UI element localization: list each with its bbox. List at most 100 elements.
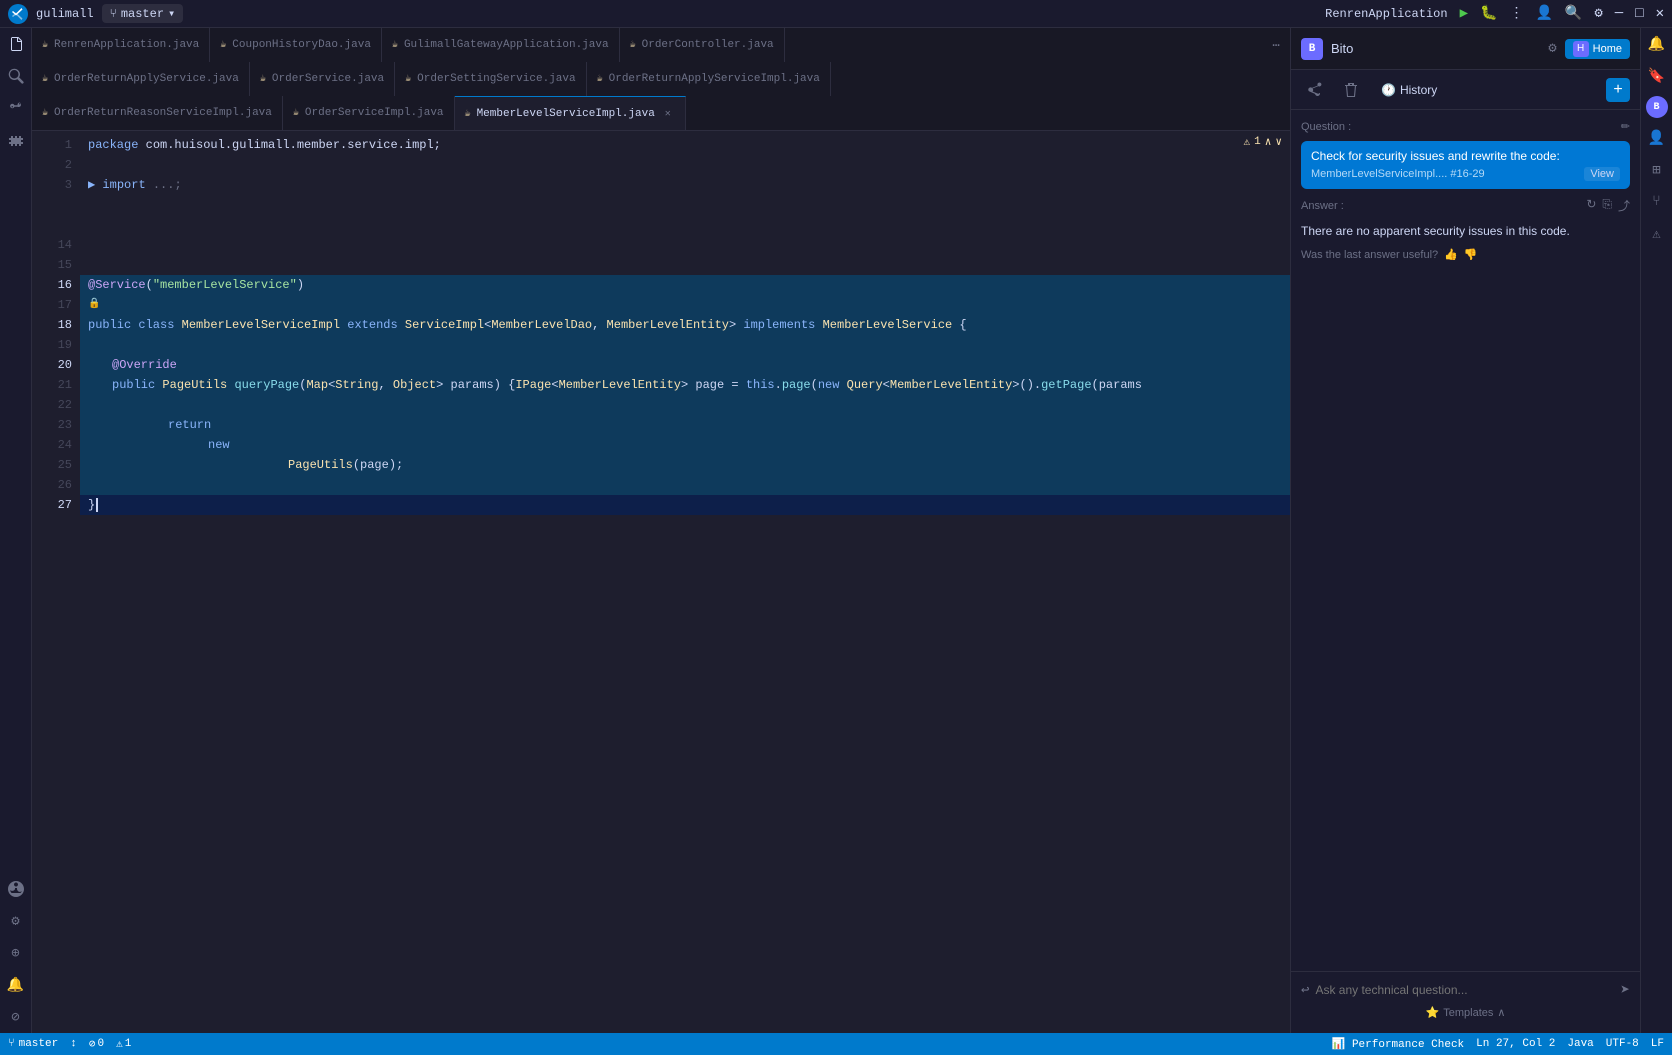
tab-order-controller[interactable]: ☕ OrderController.java [620, 28, 785, 62]
plus-icon: + [1613, 81, 1623, 99]
run-icon[interactable]: ▶ [1460, 5, 1468, 22]
bookmarks-icon[interactable]: 🔖 [1645, 64, 1669, 88]
java-file-icon: ☕ [630, 39, 636, 51]
terminal-right-icon[interactable]: ⊞ [1645, 158, 1669, 182]
language-indicator[interactable]: Java [1567, 1038, 1593, 1050]
encoding-indicator[interactable]: UTF-8 [1606, 1038, 1639, 1050]
thumbs-down-icon[interactable]: 👎 [1464, 248, 1478, 261]
branch-selector[interactable]: ⑂ master ▾ [102, 4, 184, 23]
star-icon: ⭐ [1426, 1006, 1440, 1019]
tab-coupon-history-dao[interactable]: ☕ CouponHistoryDao.java [210, 28, 382, 62]
bito-header-right: ⚙ H Home [1548, 39, 1630, 59]
bito-title: Bito [1331, 41, 1353, 56]
home-button[interactable]: H Home [1565, 39, 1630, 59]
search-icon[interactable] [4, 64, 28, 88]
java-file-icon: ☕ [405, 73, 411, 85]
bito-content: Question : ✏ Check for security issues a… [1291, 110, 1640, 971]
tab-order-return-apply-service[interactable]: ☕ OrderReturnApplyService.java [32, 62, 250, 96]
tab-label: RenrenApplication.java [54, 39, 199, 51]
code-line-26 [80, 475, 1290, 495]
tab-close-button[interactable]: ✕ [661, 107, 675, 121]
code-line-1: package com.huisoul.gulimall.member.serv… [80, 135, 1290, 155]
tab-member-level-service-impl[interactable]: ☕ MemberLevelServiceImpl.java ✕ [455, 96, 686, 130]
branch-icon: ⑂ [110, 7, 117, 21]
git-icon[interactable]: ⑂ [1645, 190, 1669, 214]
close-icon[interactable]: ✕ [1656, 5, 1664, 22]
accounts-icon[interactable] [4, 877, 28, 901]
tab-overflow-menu[interactable]: ⋯ [1262, 28, 1290, 62]
tab-order-return-reason-service-impl[interactable]: ☕ OrderReturnReasonServiceImpl.java [32, 96, 283, 130]
tab-label: OrderController.java [642, 39, 774, 51]
history-button[interactable]: 🕐 History [1373, 79, 1445, 101]
tab-label: GulimallGatewayApplication.java [404, 39, 609, 51]
thumbs-up-icon[interactable]: 👍 [1444, 248, 1458, 261]
share-icon[interactable] [1301, 76, 1329, 104]
line-col-indicator[interactable]: Ln 27, Col 2 [1476, 1038, 1555, 1050]
bito-panel: B Bito ⚙ H Home � [1290, 28, 1640, 1033]
history-label: History [1400, 83, 1437, 97]
tab-bar: ☕ RenrenApplication.java ☕ CouponHistory… [32, 28, 1290, 131]
error-icon[interactable]: ⊘ [4, 1005, 28, 1029]
code-line-27: } [80, 495, 1290, 515]
status-sync[interactable]: ↕ [70, 1038, 77, 1050]
useful-text: Was the last answer useful? [1301, 249, 1438, 261]
settings-icon[interactable]: ⚙ [1594, 5, 1602, 22]
tab-gateway-application[interactable]: ☕ GulimallGatewayApplication.java [382, 28, 620, 62]
new-chat-button[interactable]: + [1606, 78, 1630, 102]
settings-gear-icon[interactable]: ⚙ [4, 909, 28, 933]
bito-footer: ↩ ➤ ⭐ Templates ∧ [1291, 971, 1640, 1033]
explorer-icon[interactable] [4, 32, 28, 56]
search-icon[interactable]: 🔍 [1565, 5, 1582, 22]
share-answer-icon[interactable]: ⤴ [1618, 197, 1630, 214]
code-content[interactable]: package com.huisoul.gulimall.member.serv… [80, 131, 1290, 1033]
bito-toolbar: 🕐 History + [1291, 70, 1640, 110]
person-right-icon[interactable]: 👤 [1645, 126, 1669, 150]
edit-icon[interactable]: ✏ [1621, 120, 1630, 133]
bito-header: B Bito ⚙ H Home [1291, 28, 1640, 70]
notification-right-icon[interactable]: 🔔 [1645, 32, 1669, 56]
bito-logo: B [1301, 38, 1323, 60]
question-file-info: MemberLevelServiceImpl.... #16-29 View [1311, 167, 1620, 181]
performance-check-label[interactable]: 📊 Performance Check [1332, 1037, 1465, 1051]
copy-icon[interactable]: ⎘ [1602, 197, 1612, 214]
tab-renren-application[interactable]: ☕ RenrenApplication.java [32, 28, 210, 62]
settings-icon-bito[interactable]: ⚙ [1548, 40, 1556, 57]
trash-icon[interactable] [1337, 76, 1365, 104]
status-warnings: ⚠ 1 [116, 1037, 131, 1051]
clock-icon: 🕐 [1381, 83, 1396, 97]
bito-right-icon[interactable]: B [1646, 96, 1668, 118]
source-control-icon[interactable] [4, 96, 28, 120]
tab-order-service-impl[interactable]: ☕ OrderServiceImpl.java [283, 96, 455, 130]
line-ending-indicator[interactable]: LF [1651, 1038, 1664, 1050]
extensions-icon[interactable] [4, 128, 28, 152]
tab-order-return-apply-service-impl[interactable]: ☕ OrderReturnApplyServiceImpl.java [587, 62, 831, 96]
view-button[interactable]: View [1584, 167, 1620, 181]
code-editor[interactable]: 1 2 3 14 15 16 17 18 19 20 21 22 [32, 131, 1290, 1033]
warning-right-icon[interactable]: ⚠ [1645, 222, 1669, 246]
maximize-icon[interactable]: □ [1635, 6, 1643, 22]
tab-order-service[interactable]: ☕ OrderService.java [250, 62, 395, 96]
chat-input[interactable] [1315, 983, 1614, 997]
java-file-icon: ☕ [293, 107, 299, 119]
gutter-icon-line17: 🔒 [88, 295, 100, 315]
notification-icon[interactable]: 🔔 [4, 973, 28, 997]
code-line-16: @Service("memberLevelService") [80, 275, 1290, 295]
java-file-icon: ☕ [260, 73, 266, 85]
java-file-icon: ☕ [42, 107, 48, 119]
templates-bar[interactable]: ⭐ Templates ∧ [1301, 1000, 1630, 1025]
status-branch[interactable]: ⑂ master [8, 1038, 58, 1050]
tab-order-setting-service[interactable]: ☕ OrderSettingService.java [395, 62, 586, 96]
debug-icon[interactable]: 🐛 [1480, 5, 1497, 22]
question-card: Check for security issues and rewrite th… [1301, 141, 1630, 189]
minimize-icon[interactable]: ─ [1615, 6, 1623, 22]
back-button[interactable]: ↩ [1301, 982, 1309, 999]
send-button[interactable]: ➤ [1620, 980, 1630, 1000]
tab-label: OrderReturnApplyServiceImpl.java [609, 73, 820, 85]
avatar-icon[interactable]: 👤 [1535, 5, 1552, 22]
tab-label: CouponHistoryDao.java [232, 39, 371, 51]
remote-icon[interactable]: ⊕ [4, 941, 28, 965]
refresh-icon[interactable]: ↻ [1586, 197, 1596, 214]
activity-bar: ⚙ ⊕ 🔔 ⊘ [0, 28, 32, 1033]
more-icon[interactable]: ⋮ [1509, 5, 1523, 22]
question-label: Question : ✏ [1301, 120, 1630, 133]
